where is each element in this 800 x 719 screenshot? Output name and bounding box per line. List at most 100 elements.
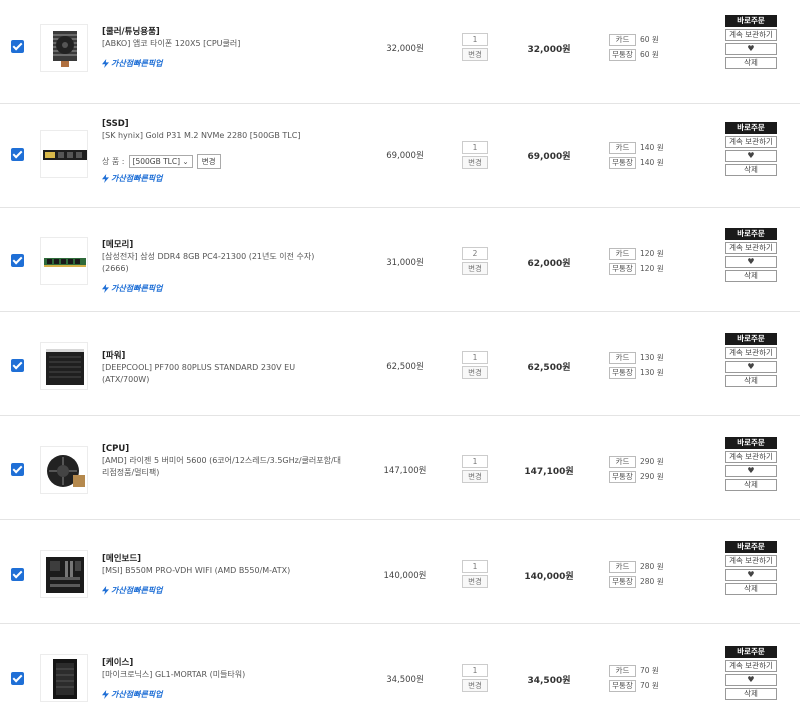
product-name[interactable]: [DEEPCOOL] PF700 80PLUS STANDARD 230V EU… (102, 362, 342, 386)
fast-pickup-badge: 가산점빠른픽업 (102, 58, 342, 69)
product-image-ssd[interactable] (40, 130, 88, 178)
lightning-icon (102, 284, 109, 293)
buy-now-button[interactable]: 바로주문 (725, 437, 777, 449)
delete-button[interactable]: 삭제 (725, 583, 777, 595)
product-name[interactable]: [ABKO] 앱코 타이폰 120X5 [CPU쿨러] (102, 38, 342, 50)
points-card-label: 카드 (609, 141, 636, 154)
product-category: [파워] (102, 351, 126, 361)
quantity-input[interactable]: 1 (462, 141, 488, 154)
line-total: 69,000원 (527, 152, 571, 162)
points-card-label: 카드 (609, 455, 636, 468)
keep-button[interactable]: 계속 보관하기 (725, 347, 777, 359)
fast-pickup-badge: 가산점빠른픽업 (102, 585, 342, 596)
quantity-input[interactable]: 1 (462, 351, 488, 364)
buy-now-button[interactable]: 바로주문 (725, 333, 777, 345)
points-card-value: 120 원 (640, 249, 664, 258)
buy-now-button[interactable]: 바로주문 (725, 646, 777, 658)
quantity-change-button[interactable]: 변경 (462, 48, 488, 61)
buy-now-button[interactable]: 바로주문 (725, 541, 777, 553)
quantity-change-button[interactable]: 변경 (462, 156, 488, 169)
points-card-label: 카드 (609, 664, 636, 677)
wishlist-heart-icon[interactable]: ♥ (725, 465, 777, 477)
points-bank-label: 무통장 (609, 366, 636, 379)
delete-button[interactable]: 삭제 (725, 688, 777, 700)
product-image-memory[interactable] (40, 237, 88, 285)
select-checkbox[interactable] (11, 359, 24, 372)
select-checkbox[interactable] (11, 148, 24, 161)
product-category: [메모리] (102, 240, 134, 250)
select-checkbox[interactable] (11, 254, 24, 267)
quantity-input[interactable]: 1 (462, 455, 488, 468)
delete-button[interactable]: 삭제 (725, 270, 777, 282)
points-bank-value: 60 원 (640, 50, 659, 59)
wishlist-heart-icon[interactable]: ♥ (725, 256, 777, 268)
quantity-input[interactable]: 1 (462, 664, 488, 677)
product-image-cpu[interactable] (40, 446, 88, 494)
delete-button[interactable]: 삭제 (725, 57, 777, 69)
points-info: 카드 70 원 무통장 70 원 (609, 664, 679, 694)
product-info: [파워] [DEEPCOOL] PF700 80PLUS STANDARD 23… (102, 350, 342, 386)
points-info: 카드 290 원 무통장 290 원 (609, 455, 679, 485)
cart-row: [메모리] [삼성전자] 삼성 DDR4 8GB PC4-21300 (21년도… (0, 208, 800, 312)
product-image-case[interactable] (40, 654, 88, 702)
points-info: 카드 130 원 무통장 130 원 (609, 351, 679, 381)
points-card-label: 카드 (609, 351, 636, 364)
buy-now-button[interactable]: 바로주문 (725, 15, 777, 27)
cart-row: [CPU] [AMD] 라이젠 5 버미어 5600 (6코어/12스레드/3.… (0, 416, 800, 520)
keep-button[interactable]: 계속 보관하기 (725, 660, 777, 672)
option-select[interactable]: [500GB TLC] ⌄ (128, 155, 193, 168)
product-name[interactable]: [마이크로닉스] GL1-MORTAR (미들타워) (102, 669, 342, 681)
wishlist-heart-icon[interactable]: ♥ (725, 150, 777, 162)
select-checkbox[interactable] (11, 463, 24, 476)
wishlist-heart-icon[interactable]: ♥ (725, 569, 777, 581)
product-info: [메모리] [삼성전자] 삼성 DDR4 8GB PC4-21300 (21년도… (102, 239, 342, 294)
quantity-change-button[interactable]: 변경 (462, 679, 488, 692)
select-checkbox[interactable] (11, 40, 24, 53)
buy-now-button[interactable]: 바로주문 (725, 228, 777, 240)
cart-row: [메인보드] [MSI] B550M PRO-VDH WIFI (AMD B55… (0, 520, 800, 624)
quantity-input[interactable]: 1 (462, 33, 488, 46)
quantity-input[interactable]: 2 (462, 247, 488, 260)
quantity-change-button[interactable]: 변경 (462, 262, 488, 275)
product-info: [케이스] [마이크로닉스] GL1-MORTAR (미들타워) 가산점빠른픽업 (102, 657, 342, 700)
product-image-power[interactable] (40, 342, 88, 390)
points-card-value: 280 원 (640, 562, 664, 571)
points-info: 카드 280 원 무통장 280 원 (609, 560, 679, 590)
product-image-mainboard[interactable] (40, 550, 88, 598)
quantity-change-button[interactable]: 변경 (462, 470, 488, 483)
wishlist-heart-icon[interactable]: ♥ (725, 43, 777, 55)
option-change-button[interactable]: 변경 (196, 154, 221, 169)
keep-button[interactable]: 계속 보관하기 (725, 29, 777, 41)
buy-now-button[interactable]: 바로주문 (725, 122, 777, 134)
keep-button[interactable]: 계속 보관하기 (725, 242, 777, 254)
points-bank-value: 280 원 (640, 577, 664, 586)
select-checkbox[interactable] (11, 672, 24, 685)
quantity-control: 1 변경 (462, 664, 488, 692)
line-total: 62,500원 (527, 363, 571, 373)
wishlist-heart-icon[interactable]: ♥ (725, 674, 777, 686)
product-name[interactable]: [삼성전자] 삼성 DDR4 8GB PC4-21300 (21년도 이전 수자… (102, 251, 342, 275)
wishlist-heart-icon[interactable]: ♥ (725, 361, 777, 373)
points-bank-value: 290 원 (640, 472, 664, 481)
quantity-change-button[interactable]: 변경 (462, 575, 488, 588)
delete-button[interactable]: 삭제 (725, 375, 777, 387)
keep-button[interactable]: 계속 보관하기 (725, 451, 777, 463)
keep-button[interactable]: 계속 보관하기 (725, 555, 777, 567)
fast-pickup-badge: 가산점빠른픽업 (102, 689, 342, 700)
option-label: 상 품 : (102, 157, 125, 166)
product-category: [메인보드] (102, 554, 142, 564)
product-image-cooler[interactable] (40, 24, 88, 72)
product-name[interactable]: [MSI] B550M PRO-VDH WIFI (AMD B550/M-ATX… (102, 565, 342, 577)
product-name[interactable]: [AMD] 라이젠 5 버미어 5600 (6코어/12스레드/3.5GHz/쿨… (102, 455, 342, 479)
quantity-change-button[interactable]: 변경 (462, 366, 488, 379)
cart-list: [쿨러/튜닝용품] [ABKO] 앱코 타이폰 120X5 [CPU쿨러] 가산… (0, 0, 800, 719)
points-card-label: 카드 (609, 560, 636, 573)
product-name[interactable]: [SK hynix] Gold P31 M.2 NVMe 2280 [500GB… (102, 130, 342, 142)
delete-button[interactable]: 삭제 (725, 479, 777, 491)
product-info: [메인보드] [MSI] B550M PRO-VDH WIFI (AMD B55… (102, 553, 342, 596)
keep-button[interactable]: 계속 보관하기 (725, 136, 777, 148)
points-card-value: 130 원 (640, 353, 664, 362)
select-checkbox[interactable] (11, 568, 24, 581)
delete-button[interactable]: 삭제 (725, 164, 777, 176)
quantity-input[interactable]: 1 (462, 560, 488, 573)
